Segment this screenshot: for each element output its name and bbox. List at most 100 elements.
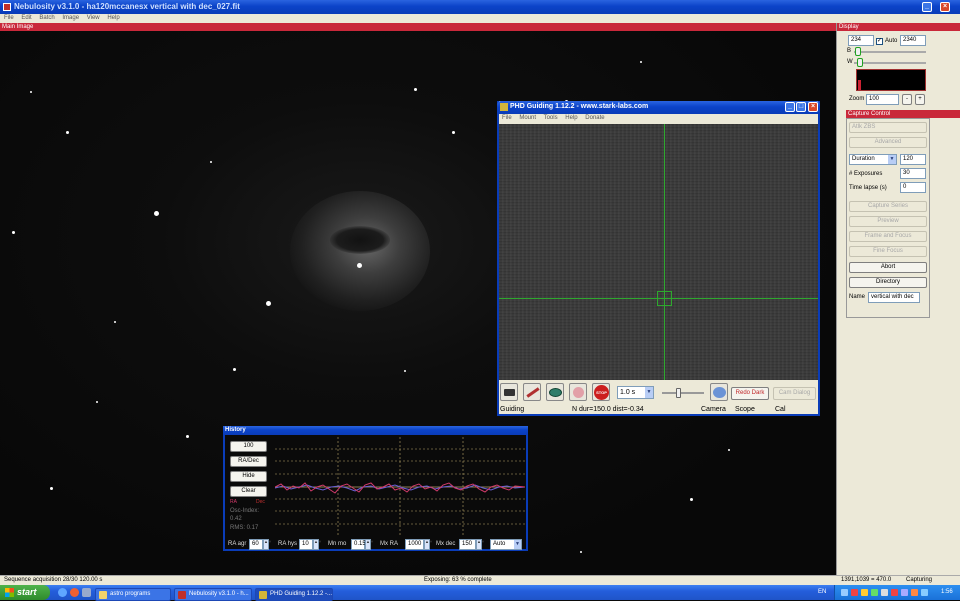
zoom-field[interactable]: 100: [866, 94, 899, 105]
phd-close-button[interactable]: ×: [808, 102, 818, 112]
phd-menu-tools[interactable]: Tools: [544, 115, 558, 121]
gamma-slider[interactable]: [662, 392, 704, 394]
min-motion-spinner[interactable]: ▲▼: [365, 539, 374, 550]
redo-dark-button[interactable]: Redo Dark: [731, 387, 769, 400]
phd-menu-mount[interactable]: Mount: [519, 115, 536, 121]
stop-icon[interactable]: STOP: [592, 383, 610, 401]
max-ra-spinner[interactable]: ▲▼: [424, 539, 433, 550]
fine-focus-button[interactable]: Fine Focus: [849, 246, 927, 257]
exposure-chevron-down-icon[interactable]: ▼: [645, 387, 653, 398]
task-label: Nebulosity v3.1.0 - h...: [189, 591, 249, 597]
ra-hys-field[interactable]: 10: [299, 539, 313, 550]
phd-maximize-button[interactable]: □: [796, 102, 806, 112]
advanced-button[interactable]: Advanced: [849, 137, 927, 148]
brain-advanced-icon[interactable]: [710, 383, 728, 401]
white-slider[interactable]: [854, 62, 926, 64]
ra-aggr-field[interactable]: 60: [249, 539, 263, 550]
exposures-field[interactable]: 30: [900, 168, 926, 179]
menu-help[interactable]: Help: [107, 15, 119, 21]
task-astro-programs[interactable]: astro programs: [95, 588, 171, 601]
star: [12, 231, 15, 234]
status-state: Capturing: [906, 577, 933, 583]
star: [50, 487, 53, 490]
star: [357, 263, 362, 268]
max-dec-field[interactable]: 150: [459, 539, 476, 550]
zoom-in-button[interactable]: +: [915, 94, 925, 105]
phd-info: N dur=150.0 dist=-0.34: [572, 406, 644, 413]
gamma-slider-thumb[interactable]: [676, 388, 681, 398]
black-slider[interactable]: [854, 51, 926, 53]
desktop-quicklaunch-icon[interactable]: [82, 588, 91, 597]
phd-minimize-button[interactable]: _: [785, 102, 795, 112]
min-motion-field[interactable]: 0.15: [351, 539, 366, 550]
loop-exposure-icon[interactable]: [546, 383, 564, 401]
dec-mode-chevron-down-icon[interactable]: ▼: [514, 540, 521, 549]
ra-aggr-spinner[interactable]: ▲▼: [263, 539, 272, 550]
tray-app-icon[interactable]: [881, 589, 888, 596]
guide-brain-icon[interactable]: [569, 383, 587, 401]
status-coords: 1391,1039 = 470.0: [841, 577, 892, 583]
cam-dialog-button[interactable]: Cam Dialog: [773, 387, 816, 400]
frame-focus-button[interactable]: Frame and Focus: [849, 231, 927, 242]
media-quicklaunch-icon[interactable]: [70, 588, 79, 597]
menu-batch[interactable]: Batch: [39, 15, 54, 21]
tray-app-icon[interactable]: [891, 589, 898, 596]
history-scale-button[interactable]: 100: [230, 441, 267, 452]
task-nebulosity[interactable]: Nebulosity v3.1.0 - h...: [174, 588, 252, 601]
black-level-field[interactable]: 234: [848, 35, 874, 46]
ie-quicklaunch-icon[interactable]: [58, 588, 67, 597]
tray-app-icon[interactable]: [921, 589, 928, 596]
tray-app-icon[interactable]: [861, 589, 868, 596]
phd-menu-file[interactable]: File: [502, 115, 512, 121]
chevron-down-icon[interactable]: ▼: [888, 155, 896, 164]
max-dec-label: Mx dec: [436, 541, 456, 547]
camera-connect-icon[interactable]: [500, 383, 518, 401]
menu-file[interactable]: File: [4, 15, 14, 21]
task-phd[interactable]: PHD Guiding 1.12.2 -...: [255, 588, 333, 601]
history-title: History: [225, 427, 246, 433]
phd-status: Guiding: [500, 406, 525, 413]
main-title-bar: Nebulosity v3.1.0 - ha120mccanesx vertic…: [0, 0, 960, 14]
tray-app-icon[interactable]: [841, 589, 848, 596]
history-hide-button[interactable]: Hide: [230, 471, 267, 482]
close-button[interactable]: ×: [940, 2, 950, 12]
menu-edit[interactable]: Edit: [21, 15, 31, 21]
max-dec-spinner[interactable]: ▲▼: [476, 539, 485, 550]
w-slider-label: W: [847, 59, 853, 65]
black-slider-thumb[interactable]: [855, 47, 861, 56]
tray-app-icon[interactable]: [871, 589, 878, 596]
directory-button[interactable]: Directory: [849, 277, 927, 288]
auto-checkbox[interactable]: ✓: [876, 38, 883, 45]
timelapse-label: Time lapse (s): [849, 185, 887, 191]
tray-app-icon[interactable]: [901, 589, 908, 596]
minimize-button[interactable]: _: [922, 2, 932, 12]
abort-button[interactable]: Abort: [849, 262, 927, 273]
telescope-connect-icon[interactable]: [523, 383, 541, 401]
history-mode-button[interactable]: RA/Dec: [230, 456, 267, 467]
clock[interactable]: 1:56: [941, 589, 953, 595]
start-button[interactable]: start: [0, 585, 50, 600]
white-level-field[interactable]: 2340: [900, 35, 926, 46]
tray-app-icon[interactable]: [911, 589, 918, 596]
white-slider-thumb[interactable]: [857, 58, 863, 67]
phd-camera-status: Camera: [701, 406, 726, 413]
duration-field[interactable]: 120: [900, 154, 926, 165]
preview-button[interactable]: Preview: [849, 216, 927, 227]
language-indicator[interactable]: EN: [818, 589, 826, 595]
tray-app-icon[interactable]: [851, 589, 858, 596]
timelapse-field[interactable]: 0: [900, 182, 926, 193]
max-ra-field[interactable]: 1000: [405, 539, 424, 550]
zoom-out-button[interactable]: -: [902, 94, 912, 105]
name-field[interactable]: vertical with dec: [868, 292, 920, 303]
camera-select[interactable]: Atlk ZBS: [849, 122, 927, 133]
history-graph: [275, 437, 525, 536]
phd-menu-donate[interactable]: Donate: [585, 115, 604, 121]
capture-series-button[interactable]: Capture Series: [849, 201, 927, 212]
noise-overlay: [499, 124, 818, 380]
menu-image[interactable]: Image: [62, 15, 79, 21]
phd-menu-help[interactable]: Help: [565, 115, 577, 121]
history-clear-button[interactable]: Clear: [230, 486, 267, 497]
ra-hys-spinner[interactable]: ▲▼: [313, 539, 322, 550]
phd-guide-image[interactable]: [499, 124, 818, 380]
menu-view[interactable]: View: [87, 15, 100, 21]
